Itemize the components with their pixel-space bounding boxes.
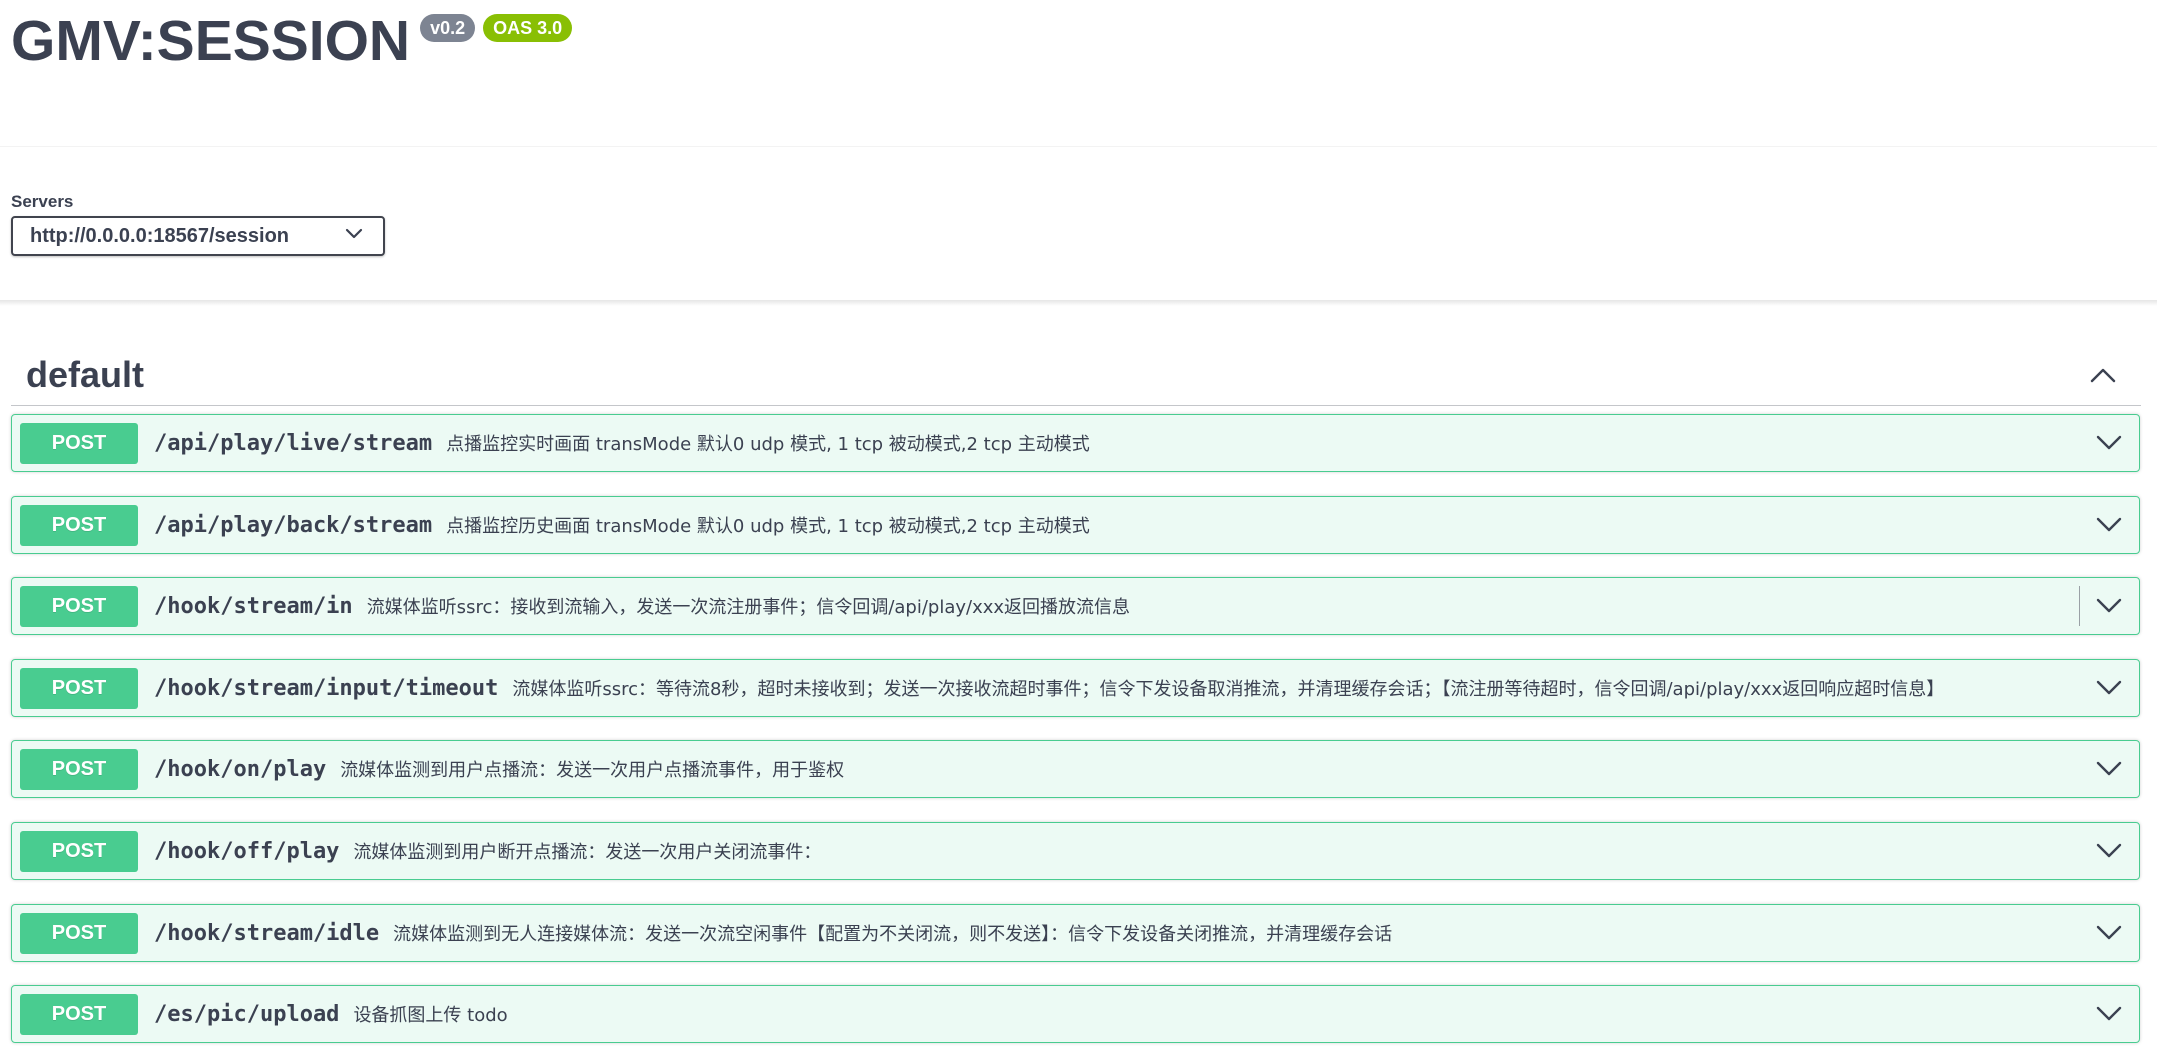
operation-path: /api/play/live/stream: [154, 430, 433, 456]
operation-summary: 流媒体监测到无人连接媒体流：发送一次流空闲事件【配置为不关闭流，则不发送】：信令…: [393, 924, 1393, 945]
operation-summary: 设备抓图上传 todo: [353, 1005, 508, 1026]
method-badge: POST: [20, 993, 138, 1035]
chevron-down-icon[interactable]: [2079, 578, 2139, 634]
api-info: GMV:SESSION v0.2 OAS 3.0: [11, 0, 573, 73]
chevron-down-icon[interactable]: [2079, 497, 2139, 553]
info-divider: [0, 146, 2157, 147]
chevron-down-icon[interactable]: [2079, 823, 2139, 879]
chevron-down-icon: [345, 227, 363, 245]
oas-badge: OAS 3.0: [483, 14, 573, 42]
operation-summary: 流媒体监测到用户点播流：发送一次用户点播流事件，用于鉴权: [340, 760, 845, 781]
servers-block: Servers http://0.0.0.0:18567/session: [11, 192, 385, 256]
operation-block[interactable]: POST/hook/on/play 流媒体监测到用户点播流：发送一次用户点播流事件…: [11, 740, 2140, 798]
swagger-page: GMV:SESSION v0.2 OAS 3.0 Servers http://…: [0, 0, 2157, 1057]
server-select[interactable]: http://0.0.0.0:18567/session: [11, 216, 385, 256]
operation-summary: 点播监控实时画面 transMode 默认0 udp 模式, 1 tcp 被动模…: [446, 434, 1090, 455]
chevron-down-icon[interactable]: [2079, 660, 2139, 716]
method-badge: POST: [20, 422, 138, 464]
tag-section-title: default: [26, 354, 145, 395]
operation-block[interactable]: POST/hook/stream/idle 流媒体监测到无人连接媒体流：发送一次流…: [11, 904, 2140, 962]
api-title: GMV:SESSION: [11, 9, 411, 73]
method-badge: POST: [20, 912, 138, 954]
chevron-down-icon[interactable]: [2079, 415, 2139, 471]
operation-summary: 流媒体监听ssrc：等待流8秒，超时未接收到；发送一次接收流超时事件；信令下发设…: [512, 679, 1945, 700]
operation-summary: 流媒体监测到用户断开点播流：发送一次用户关闭流事件：: [353, 842, 822, 863]
operation-block[interactable]: POST/api/play/live/stream 点播监控实时画面 transM…: [11, 414, 2140, 472]
operation-block[interactable]: POST/hook/stream/in 流媒体监听ssrc：接收到流输入，发送一次…: [11, 577, 2140, 635]
chevron-down-icon[interactable]: [2079, 741, 2139, 797]
method-badge: POST: [20, 504, 138, 546]
operation-summary: 点播监控历史画面 transMode 默认0 udp 模式, 1 tcp 被动模…: [446, 516, 1090, 537]
chevron-down-icon[interactable]: [2079, 905, 2139, 961]
tag-section-header[interactable]: default: [11, 345, 2141, 406]
chevron-up-icon[interactable]: [2089, 366, 2117, 389]
tag-section-default: default POST/api/play/live/stream 点播监控实时画…: [11, 345, 2141, 1043]
operation-path: /api/play/back/stream: [154, 512, 433, 538]
server-selected-value: http://0.0.0.0:18567/session: [30, 224, 290, 247]
method-badge: POST: [20, 830, 138, 872]
chevron-down-icon[interactable]: [2079, 986, 2139, 1042]
version-badge: v0.2: [420, 14, 476, 42]
servers-label: Servers: [11, 192, 74, 211]
operation-block[interactable]: POST/hook/off/play 流媒体监测到用户断开点播流：发送一次用户关闭…: [11, 822, 2140, 880]
method-badge: POST: [20, 585, 138, 627]
operation-block[interactable]: POST/es/pic/upload 设备抓图上传 todo: [11, 985, 2140, 1043]
method-badge: POST: [20, 667, 138, 709]
operation-path: /hook/stream/idle: [154, 920, 380, 946]
operation-path: /hook/stream/input/timeout: [154, 675, 499, 701]
operation-path: /hook/stream/in: [154, 593, 353, 619]
operation-path: /es/pic/upload: [154, 1001, 340, 1027]
method-badge: POST: [20, 748, 138, 790]
scheme-container-shadow: [0, 300, 2157, 306]
operation-block[interactable]: POST/api/play/back/stream 点播监控历史画面 transM…: [11, 496, 2140, 554]
operation-path: /hook/on/play: [154, 756, 327, 782]
operation-summary: 流媒体监听ssrc：接收到流输入，发送一次流注册事件；信令回调/api/play…: [366, 597, 1131, 618]
operation-path: /hook/off/play: [154, 838, 340, 864]
operation-block[interactable]: POST/hook/stream/input/timeout 流媒体监听ssrc：…: [11, 659, 2140, 717]
